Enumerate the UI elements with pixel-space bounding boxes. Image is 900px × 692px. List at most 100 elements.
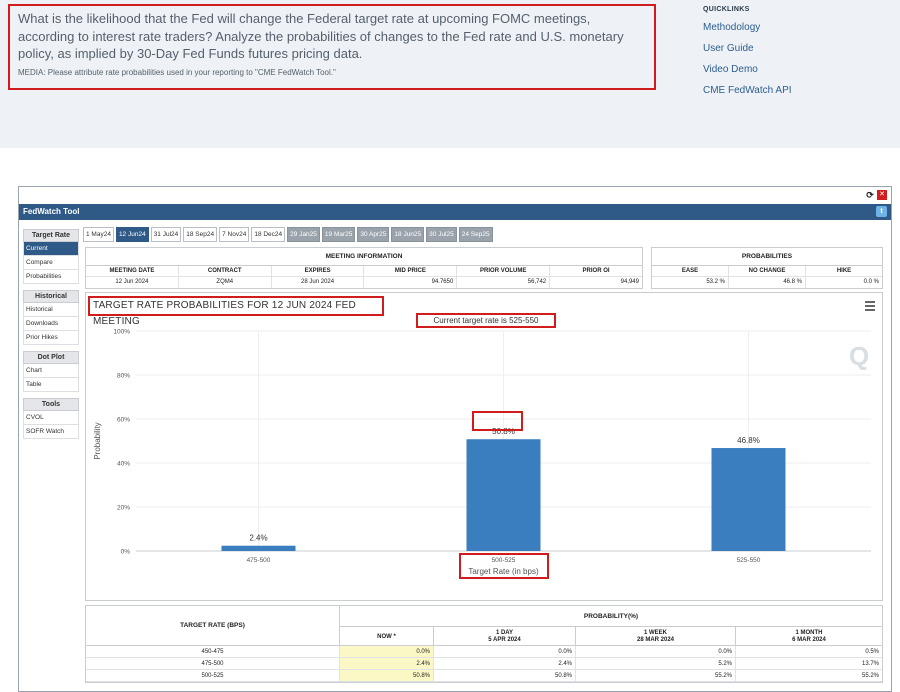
col-now-label: NOW * xyxy=(377,634,396,640)
refresh-icon[interactable]: ⟳ xyxy=(865,190,875,200)
col-1-week: 1 WEEK 28 MAR 2024 xyxy=(576,627,736,645)
chart-title: TARGET RATE PROBABILITIES FOR 12 JUN 202… xyxy=(88,296,384,327)
tab-12-jun24[interactable]: 12 Jun24 xyxy=(115,227,149,242)
sidebar: Target Rate Current Compare Probabilitie… xyxy=(23,227,79,439)
bar xyxy=(711,448,786,551)
col-1-week-date: 28 MAR 2024 xyxy=(636,637,675,643)
no-change-value: 46.8 % xyxy=(729,277,806,288)
col-mid-price: MID PRICE xyxy=(364,266,458,276)
now-cell: 50.8% xyxy=(340,670,434,681)
sidebar-item-probabilities[interactable]: Probabilities xyxy=(23,270,79,284)
meeting-tabs: 1 May24 12 Jun24 31 Jul24 18 Sep24 7 Nov… xyxy=(83,227,493,242)
col-now: NOW * xyxy=(340,627,434,645)
fedwatch-api-link[interactable]: CME FedWatch API xyxy=(703,85,792,96)
tab-31-jul24[interactable]: 31 Jul24 xyxy=(150,227,182,242)
ease-value: 53.2 % xyxy=(652,277,729,288)
y-tick-label: 60% xyxy=(117,417,130,424)
tab-7-nov24[interactable]: 7 Nov24 xyxy=(219,227,250,242)
video-demo-link[interactable]: Video Demo xyxy=(703,64,792,75)
probability-history-table: TARGET RATE (BPS) PROBABILITY(%) NOW * 1… xyxy=(85,605,883,683)
tab-29-jan25[interactable]: 29 Jan25 xyxy=(287,227,320,242)
expires-value: 28 Jun 2024 xyxy=(272,277,365,288)
y-tick-label: 0% xyxy=(121,549,131,556)
sidebar-head-target-rate: Target Rate xyxy=(23,229,79,242)
prior-volume-value: 56,742 xyxy=(457,277,551,288)
tab-18-jun25[interactable]: 18 Jun25 xyxy=(391,227,425,242)
bar xyxy=(221,545,296,551)
sidebar-item-downloads[interactable]: Downloads xyxy=(23,317,79,331)
close-icon[interactable]: ✕ xyxy=(877,190,887,200)
col-no-change: NO CHANGE xyxy=(729,266,806,276)
bar xyxy=(466,439,541,551)
meeting-date-value: 12 Jun 2024 xyxy=(86,277,179,288)
sidebar-item-sofr-watch[interactable]: SOFR Watch xyxy=(23,425,79,439)
user-guide-link[interactable]: User Guide xyxy=(703,43,792,54)
sidebar-head-tools: Tools xyxy=(23,398,79,411)
methodology-link[interactable]: Methodology xyxy=(703,22,792,33)
sidebar-item-chart[interactable]: Chart xyxy=(23,364,79,378)
tool-header: FedWatch Tool t xyxy=(19,204,891,220)
tab-18-sep24[interactable]: 18 Sep24 xyxy=(183,227,218,242)
sidebar-item-compare[interactable]: Compare xyxy=(23,256,79,270)
col-1-week-label: 1 WEEK xyxy=(643,630,667,636)
one-month-cell: 0.5% xyxy=(865,649,879,655)
y-axis-label: Probability xyxy=(93,422,102,459)
prior-oi-value: 94,949 xyxy=(620,279,639,285)
probabilities-title: PROBABILITIES xyxy=(652,248,882,266)
col-1-day: 1 DAY 5 APR 2024 xyxy=(434,627,576,645)
col-expires: EXPIRES xyxy=(272,266,365,276)
top-band: What is the likelihood that the Fed will… xyxy=(0,0,900,148)
fedwatch-tool: ⟳ ✕ FedWatch Tool t Target Rate Current … xyxy=(18,186,892,692)
intro-highlight-box: What is the likelihood that the Fed will… xyxy=(8,4,656,90)
one-day-cell: 2.4% xyxy=(434,658,576,669)
sidebar-item-prior-hikes[interactable]: Prior Hikes xyxy=(23,331,79,345)
y-tick-label: 20% xyxy=(117,505,130,512)
col-hike: HIKE xyxy=(836,268,852,274)
tab-24-sep25[interactable]: 24 Sep25 xyxy=(458,227,493,242)
meeting-info-table: MEETING INFORMATION MEETING DATE CONTRAC… xyxy=(85,247,643,289)
one-month-cell: 55.2% xyxy=(861,673,879,679)
tab-30-apr25[interactable]: 30 Apr25 xyxy=(357,227,390,242)
probability-group-title: PROBABILITY(%) xyxy=(340,606,882,627)
tool-topbar: ⟳ ✕ xyxy=(19,187,891,204)
table-row: 500-525 50.8% 50.8% 55.2% 55.2% xyxy=(86,670,882,682)
intro-question: What is the likelihood that the Fed will… xyxy=(18,11,624,61)
one-day-cell: 50.8% xyxy=(434,670,576,681)
tab-18-dec24[interactable]: 18 Dec24 xyxy=(251,227,286,242)
tab-19-mar25[interactable]: 19 Mar25 xyxy=(321,227,356,242)
rate-cell: 450-475 xyxy=(86,646,340,657)
cme-watermark-icon: Q xyxy=(849,341,870,371)
col-ease: EASE xyxy=(652,266,729,276)
col-meeting-date: MEETING DATE xyxy=(86,266,179,276)
one-week-cell: 5.2% xyxy=(576,658,736,669)
now-cell: 2.4% xyxy=(340,658,434,669)
x-tick-label: 525-550 xyxy=(737,557,761,564)
data-label: 46.8% xyxy=(737,436,760,445)
col-1-month: 1 MONTH 6 MAR 2024 xyxy=(736,627,882,645)
xaxis-highlight-box xyxy=(459,553,549,579)
x-tick-label: 475-500 xyxy=(247,557,271,564)
chart-panel: 0% 20% 40% 60% 80% 100% Probability 2.4% 475-500… xyxy=(85,292,883,601)
hike-value: 0.0 % xyxy=(863,279,879,285)
mid-price-value: 94.7650 xyxy=(364,277,458,288)
sidebar-item-historical[interactable]: Historical xyxy=(23,303,79,317)
rate-cell: 475-500 xyxy=(86,658,340,669)
rate-cell: 500-525 xyxy=(86,670,340,681)
media-note: MEDIA: Please attribute rate probabiliti… xyxy=(18,67,336,77)
sidebar-item-table[interactable]: Table xyxy=(23,378,79,392)
now-cell: 0.0% xyxy=(340,646,434,657)
y-tick-label: 40% xyxy=(117,461,130,468)
chart-menu-icon[interactable] xyxy=(865,301,875,313)
one-week-cell: 0.0% xyxy=(576,646,736,657)
sidebar-item-cvol[interactable]: CVOL xyxy=(23,411,79,425)
tab-30-jul25[interactable]: 30 Jul25 xyxy=(426,227,457,242)
col-1-month-date: 6 MAR 2024 xyxy=(792,637,826,643)
quicklinks: QUICKLINKS Methodology User Guide Video … xyxy=(703,6,792,106)
table-row: 475-500 2.4% 2.4% 5.2% 13.7% xyxy=(86,658,882,670)
tab-1-may24[interactable]: 1 May24 xyxy=(83,227,114,242)
sidebar-item-current[interactable]: Current xyxy=(23,242,79,256)
col-1-day-date: 5 APR 2024 xyxy=(488,637,521,643)
twitter-icon[interactable]: t xyxy=(876,206,887,217)
one-day-cell: 0.0% xyxy=(434,646,576,657)
one-week-cell: 55.2% xyxy=(576,670,736,681)
